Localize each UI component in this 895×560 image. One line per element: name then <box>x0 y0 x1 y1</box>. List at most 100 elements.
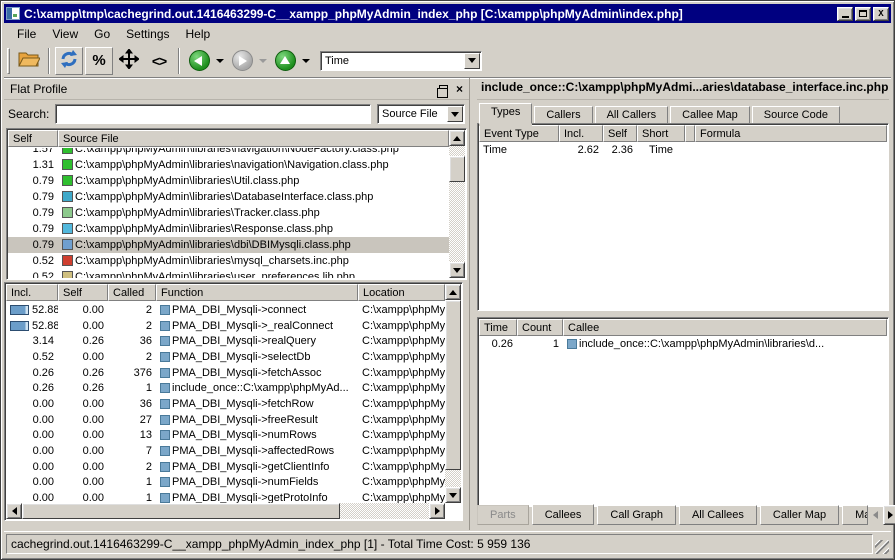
column-header-location[interactable]: Location <box>358 284 445 301</box>
back-dropdown-icon[interactable] <box>216 59 224 63</box>
source-file-row[interactable]: 0.79C:\xampp\phpMyAdmin\libraries\Databa… <box>8 189 449 205</box>
scroll-down-icon[interactable] <box>445 487 461 503</box>
menu-help[interactable]: Help <box>179 25 218 43</box>
up-button[interactable] <box>271 47 299 75</box>
function-icon <box>160 368 170 378</box>
forward-button[interactable] <box>228 47 256 75</box>
source-file-row[interactable]: 0.52C:\xampp\phpMyAdmin\libraries\mysql_… <box>8 253 449 269</box>
function-row[interactable]: 0.000.0027PMA_DBI_Mysqli->freeResultC:\x… <box>6 412 445 428</box>
dock-close-icon[interactable]: × <box>456 84 463 94</box>
scroll-right-icon[interactable] <box>429 503 445 519</box>
column-header-self[interactable]: Self <box>58 284 108 301</box>
column-header-called[interactable]: Called <box>108 284 156 301</box>
column-header-formula[interactable]: Formula <box>695 125 887 142</box>
tab-all-callers[interactable]: All Callers <box>595 106 669 124</box>
function-row[interactable]: 0.000.007PMA_DBI_Mysqli->affectedRowsC:\… <box>6 443 445 459</box>
forward-dropdown-icon[interactable] <box>259 59 267 63</box>
scroll-thumb[interactable] <box>22 503 340 519</box>
dock-float-icon[interactable] <box>439 85 448 93</box>
combo-dropdown-icon[interactable] <box>464 53 480 69</box>
search-input[interactable] <box>55 104 371 124</box>
column-header-incl[interactable]: Incl. <box>559 125 603 142</box>
column-header-time[interactable]: Time <box>479 319 517 336</box>
percent-toggle-button[interactable]: % <box>85 47 113 75</box>
tab-callees[interactable]: Callees <box>532 504 595 525</box>
scroll-left-icon[interactable] <box>6 503 22 519</box>
source-file-row[interactable]: 0.52C:\xampp\phpMyAdmin\libraries\user_p… <box>8 269 449 278</box>
function-row[interactable]: 0.000.001PMA_DBI_Mysqli->numFieldsC:\xam… <box>6 475 445 491</box>
tab-scroll-right-icon[interactable] <box>883 505 895 525</box>
function-table-vscrollbar[interactable] <box>445 284 461 503</box>
function-row[interactable]: 0.000.002PMA_DBI_Mysqli->getClientInfoC:… <box>6 459 445 475</box>
source-file-row[interactable]: 1.57C:\xampp\phpMyAdmin\libraries\naviga… <box>8 148 449 157</box>
tab-callee-map[interactable]: Callee Map <box>670 106 750 124</box>
callee-row[interactable]: 0.26 1 include_once::C:\xampp\phpMyAdmin… <box>478 336 888 352</box>
tab-all-callees[interactable]: All Callees <box>679 505 757 525</box>
scroll-thumb[interactable] <box>449 156 465 182</box>
event-type-row[interactable]: Time 2.62 2.36 Time <box>478 142 888 158</box>
tab-source-code[interactable]: Source Code <box>752 106 840 124</box>
function-row[interactable]: 52.880.002PMA_DBI_Mysqli->_realConnectC:… <box>6 318 445 334</box>
column-header-count[interactable]: Count <box>517 319 563 336</box>
close-button[interactable]: X <box>873 7 889 21</box>
column-header-source-file[interactable]: Source File <box>58 130 449 147</box>
menu-file[interactable]: File <box>10 25 43 43</box>
menu-go[interactable]: Go <box>87 25 117 43</box>
column-header-short[interactable]: Short <box>637 125 685 142</box>
group-combo[interactable]: Source File <box>377 104 465 124</box>
function-row[interactable]: 0.520.002PMA_DBI_Mysqli->selectDbC:\xamp… <box>6 349 445 365</box>
tab-call-graph[interactable]: Call Graph <box>597 505 676 525</box>
title-bar[interactable]: C:\xampp\tmp\cachegrind.out.1416463299-C… <box>4 4 891 23</box>
source-file-row[interactable]: 0.79C:\xampp\phpMyAdmin\libraries\dbi\DB… <box>8 237 449 253</box>
reload-button[interactable] <box>55 47 83 75</box>
incl-value: 0.26 <box>33 367 54 379</box>
location-cell: C:\xampp\phpMy. <box>358 476 445 488</box>
menu-view[interactable]: View <box>45 25 85 43</box>
function-row[interactable]: 52.880.002PMA_DBI_Mysqli->connectC:\xamp… <box>6 302 445 318</box>
self-cell: 0.00 <box>58 320 108 332</box>
toolbar-drag-handle[interactable] <box>7 48 10 74</box>
combo-dropdown-icon[interactable] <box>447 106 463 122</box>
function-row[interactable]: 0.000.001PMA_DBI_Mysqli->getProtoInfoC:\… <box>6 490 445 503</box>
function-table-hscrollbar[interactable] <box>6 503 445 519</box>
column-header-self[interactable]: Self <box>8 130 58 147</box>
menu-settings[interactable]: Settings <box>119 25 176 43</box>
scroll-down-icon[interactable] <box>449 262 465 278</box>
scroll-thumb[interactable] <box>445 300 461 470</box>
up-dropdown-icon[interactable] <box>302 59 310 63</box>
tab-scroll-left-icon[interactable] <box>868 505 883 525</box>
event-type-combo[interactable]: Time <box>320 51 482 71</box>
source-file-row[interactable]: 0.79C:\xampp\phpMyAdmin\libraries\Tracke… <box>8 205 449 221</box>
column-header-incl[interactable]: Incl. <box>6 284 58 301</box>
tab-machine[interactable]: Machine <box>842 505 868 525</box>
column-header-callee[interactable]: Callee <box>563 319 887 336</box>
minimize-button[interactable] <box>837 7 853 21</box>
function-row[interactable]: 0.260.26376PMA_DBI_Mysqli->fetchAssocC:\… <box>6 365 445 381</box>
resize-grip[interactable] <box>875 540 889 554</box>
source-file-row[interactable]: 0.79C:\xampp\phpMyAdmin\libraries\Respon… <box>8 221 449 237</box>
column-header-function[interactable]: Function <box>156 284 358 301</box>
function-row[interactable]: 0.000.0013PMA_DBI_Mysqli->numRowsC:\xamp… <box>6 428 445 444</box>
source-file-row[interactable]: 1.31C:\xampp\phpMyAdmin\libraries\naviga… <box>8 157 449 173</box>
open-file-button[interactable] <box>15 47 43 75</box>
function-cell: PMA_DBI_Mysqli->_realConnect <box>156 320 358 332</box>
column-header-event-type[interactable]: Event Type <box>479 125 559 142</box>
column-header-self[interactable]: Self <box>603 125 637 142</box>
column-header-spacer[interactable] <box>685 125 695 142</box>
tab-types[interactable]: Types <box>479 103 532 124</box>
tab-caller-map[interactable]: Caller Map <box>760 505 839 525</box>
maximize-button[interactable] <box>855 7 871 21</box>
back-button[interactable] <box>185 47 213 75</box>
function-row[interactable]: 0.000.0036PMA_DBI_Mysqli->fetchRowC:\xam… <box>6 396 445 412</box>
self-cell: 0.00 <box>58 476 108 488</box>
function-row[interactable]: 3.140.2636PMA_DBI_Mysqli->realQueryC:\xa… <box>6 333 445 349</box>
cycle-detection-button[interactable]: <> <box>145 47 173 75</box>
tab-callers[interactable]: Callers <box>534 106 592 124</box>
dock-header[interactable]: Flat Profile × <box>4 78 469 100</box>
function-cell: PMA_DBI_Mysqli->getProtoInfo <box>156 492 358 503</box>
short-cell: Time <box>637 144 685 156</box>
function-row[interactable]: 0.260.261include_once::C:\xampp\phpMyAd.… <box>6 380 445 396</box>
file-table-vscrollbar[interactable] <box>449 130 465 278</box>
source-file-row[interactable]: 0.79C:\xampp\phpMyAdmin\libraries\Util.c… <box>8 173 449 189</box>
expand-areas-button[interactable] <box>115 47 143 75</box>
